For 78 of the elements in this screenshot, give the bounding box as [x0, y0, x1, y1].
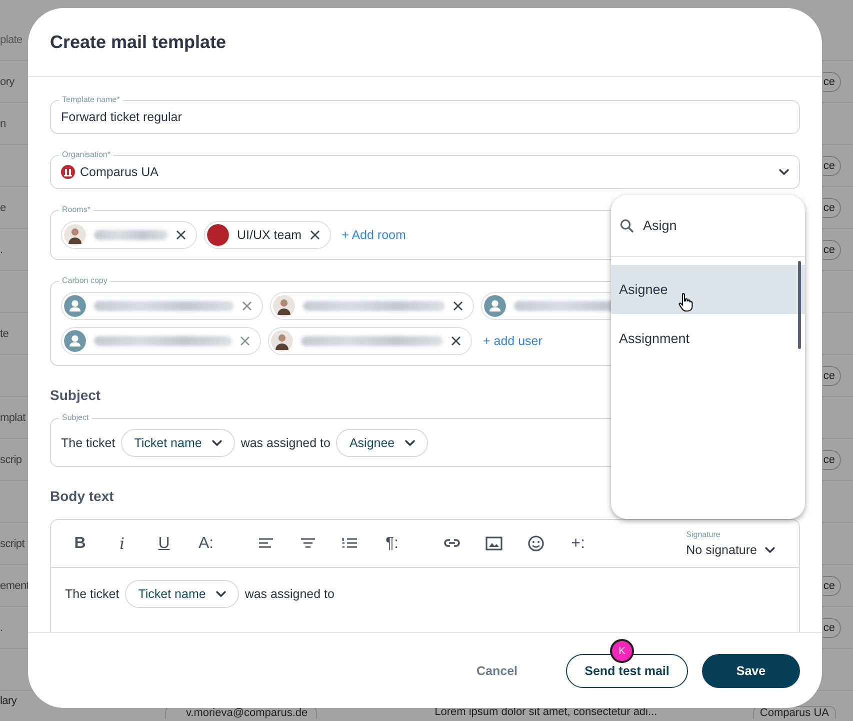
- variable-dropdown[interactable]: Asignee: [336, 428, 428, 456]
- table-cell-text: .: [0, 244, 4, 256]
- field-value: Forward ticket regular: [61, 110, 182, 124]
- team-logo-icon: [207, 224, 229, 246]
- chevron-down-icon: [216, 591, 226, 597]
- close-icon[interactable]: [453, 301, 463, 311]
- table-cell-text: e: [0, 202, 7, 214]
- table-cell-text: lary: [0, 694, 18, 707]
- dropdown-option[interactable]: Asignee: [611, 265, 805, 314]
- close-icon[interactable]: [310, 230, 320, 240]
- chevron-down-icon: [765, 547, 775, 553]
- user-avatar-badge: K: [610, 639, 634, 663]
- section-heading: Subject: [50, 387, 102, 403]
- cancel-button[interactable]: Cancel: [452, 654, 542, 688]
- table-cell-text: ory: [0, 76, 16, 88]
- field-label: Carbon copy: [59, 276, 110, 286]
- person-avatar-icon: [271, 330, 293, 352]
- table-cell-text: n: [0, 118, 7, 130]
- table-cell: ement: [0, 580, 28, 592]
- subject-text: was assigned to: [244, 587, 334, 601]
- status-tag: ce: [823, 450, 841, 470]
- search-field[interactable]: Asign: [643, 218, 783, 233]
- recipient-chip[interactable]: [61, 221, 197, 249]
- table-cell-text: te: [0, 328, 10, 340]
- status-tag: ce: [823, 198, 841, 218]
- status-tag: ce: [823, 156, 841, 176]
- save-button[interactable]: Save: [702, 654, 800, 688]
- column-header: plate: [0, 34, 24, 46]
- section-heading: Body text: [50, 488, 115, 504]
- table-cell-text: script: [0, 538, 26, 550]
- status-tag: ce: [823, 576, 841, 596]
- user-avatar-icon: [64, 295, 86, 317]
- field-label: Organisation*: [59, 150, 114, 160]
- font-button[interactable]: A:: [185, 528, 227, 558]
- field-value: Comparus UA: [80, 165, 158, 179]
- signature-select[interactable]: No signature: [686, 543, 775, 557]
- variable-dropdown[interactable]: Ticket name: [121, 428, 235, 456]
- underline-button[interactable]: U: [143, 528, 185, 558]
- table-cell-text: .: [0, 622, 4, 634]
- image-icon: [485, 535, 503, 552]
- insert-button[interactable]: +:: [557, 528, 599, 558]
- chevron-down-icon: [404, 440, 415, 446]
- table-cell-text: scrip: [0, 454, 23, 466]
- status-tag: ce: [823, 72, 841, 92]
- bold-button[interactable]: B: [59, 528, 101, 558]
- person-avatar-icon: [64, 224, 86, 246]
- hand-cursor-icon: [678, 292, 694, 312]
- status-tag: ce: [823, 618, 841, 638]
- user-avatar-icon: [484, 295, 506, 317]
- send-test-button[interactable]: Send test mail: [566, 654, 688, 688]
- user-avatar-icon: [64, 330, 86, 352]
- chevron-down-icon: [779, 169, 789, 175]
- room-chip[interactable]: UI/UX team: [204, 221, 331, 249]
- paragraph-button[interactable]: ¶:: [371, 528, 413, 558]
- close-icon[interactable]: [176, 230, 186, 240]
- table-cell-text: mplat: [0, 412, 27, 424]
- emoji-icon: [527, 535, 545, 552]
- italic-button[interactable]: i: [101, 528, 143, 558]
- organisation-logo-icon: [61, 165, 75, 179]
- subject-text: was assigned to: [240, 436, 330, 450]
- field-label: Rooms*: [59, 205, 94, 215]
- field-label: Subject: [59, 413, 92, 423]
- chevron-down-icon: [212, 440, 222, 446]
- subject-text: The ticket: [65, 587, 120, 601]
- subject-text: The ticket: [61, 436, 116, 450]
- status-tag: ce: [823, 240, 841, 260]
- table-cell: Lorem ipsum dolor sit amet, consectetur adi...: [434, 706, 658, 718]
- search-icon: [620, 218, 634, 232]
- person-avatar-icon: [273, 295, 295, 317]
- add-user-link[interactable]: + add user: [483, 334, 542, 348]
- close-icon[interactable]: [451, 336, 461, 346]
- field-label: Template name*: [59, 95, 123, 105]
- dialog-title: Create mail template: [50, 32, 226, 52]
- status-tag: ce: [823, 366, 841, 386]
- variable-dropdown[interactable]: Ticket name: [125, 580, 239, 608]
- scrollbar[interactable]: [798, 261, 801, 349]
- add-room-link[interactable]: + Add room: [342, 228, 406, 242]
- signature-label: Signature: [686, 530, 722, 539]
